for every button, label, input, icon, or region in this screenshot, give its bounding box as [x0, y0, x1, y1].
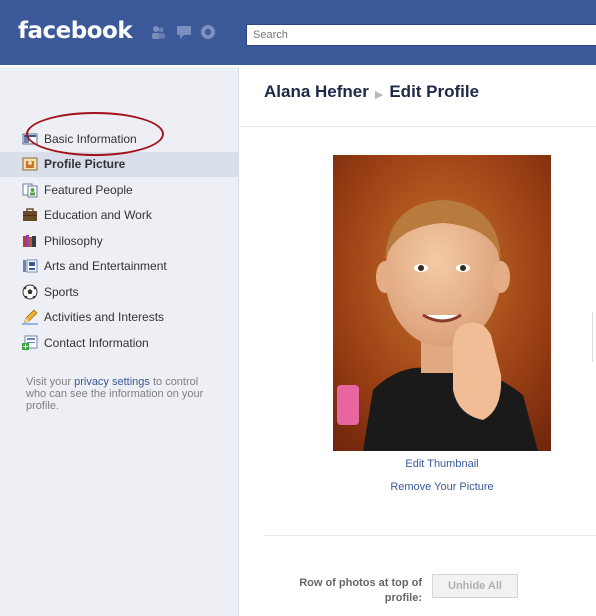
sidebar-item-label: Profile Picture	[44, 157, 126, 172]
sidebar-item-label: Activities and Interests	[44, 310, 165, 325]
notifications-icon[interactable]	[200, 24, 216, 40]
arts-icon	[23, 259, 38, 273]
sidebar-item-label: Education and Work	[44, 208, 152, 223]
top-bar: facebook	[0, 0, 596, 67]
sidebar-item-label: Featured People	[44, 182, 133, 197]
pencil-icon	[22, 309, 38, 326]
privacy-note: Visit your privacy settings to control w…	[26, 376, 216, 412]
sidebar-item-featured-people[interactable]: Featured People	[22, 177, 238, 203]
sidebar-item-label: Arts and Entertainment	[44, 259, 167, 274]
privacy-settings-link[interactable]: privacy settings	[74, 376, 150, 388]
profile-picture-icon	[22, 157, 38, 171]
friend-requests-icon[interactable]	[150, 24, 166, 40]
page-title: Edit Profile	[389, 82, 480, 101]
books-icon	[23, 234, 36, 247]
profile-sections-nav: Basic Information Profile Picture Featur…	[0, 126, 238, 356]
sidebar-item-basic-information[interactable]: Basic Information	[22, 126, 238, 152]
privacy-note-text: Visit your	[26, 376, 75, 388]
header-divider	[239, 126, 596, 127]
sidebar-item-education-and-work[interactable]: Education and Work	[22, 203, 238, 229]
breadcrumb-separator-icon: ▶	[374, 88, 384, 101]
featured-people-icon	[22, 183, 38, 198]
sidebar-item-label: Contact Information	[44, 335, 149, 350]
photo-row-label: Row of photos at top of profile:	[299, 577, 422, 604]
edit-thumbnail-link[interactable]: Edit Thumbnail	[333, 458, 551, 470]
facebook-logo[interactable]: facebook	[18, 18, 133, 44]
sidebar-item-activities-and-interests[interactable]: Activities and Interests	[22, 305, 238, 331]
breadcrumb: Alana Hefner ▶ Edit Profile	[264, 82, 479, 102]
basic-info-icon	[22, 133, 38, 145]
sidebar-item-label: Sports	[44, 284, 79, 299]
briefcase-icon	[23, 208, 37, 222]
content-divider	[592, 312, 596, 362]
remove-picture-link[interactable]: Remove Your Picture	[333, 481, 551, 493]
messages-icon[interactable]	[176, 24, 192, 40]
sidebar-item-label: Philosophy	[44, 233, 103, 248]
search-box[interactable]	[246, 24, 596, 46]
unhide-all-button[interactable]: Unhide All	[432, 574, 518, 598]
sidebar-item-profile-picture[interactable]: Profile Picture	[0, 151, 238, 177]
sidebar-item-contact-information[interactable]: Contact Information	[22, 330, 238, 356]
section-divider	[264, 535, 596, 536]
soccer-ball-icon	[22, 284, 38, 300]
sidebar-item-label: Basic Information	[44, 131, 137, 146]
sidebar-item-sports[interactable]: Sports	[22, 279, 238, 305]
contact-card-icon	[22, 335, 38, 350]
profile-photo-image	[333, 155, 551, 451]
breadcrumb-user[interactable]: Alana Hefner	[264, 82, 369, 102]
profile-picture	[333, 155, 551, 451]
search-input[interactable]	[247, 25, 596, 45]
column-divider	[238, 67, 239, 616]
sidebar-item-arts-and-entertainment[interactable]: Arts and Entertainment	[22, 254, 238, 280]
sidebar-item-philosophy[interactable]: Philosophy	[22, 228, 238, 254]
